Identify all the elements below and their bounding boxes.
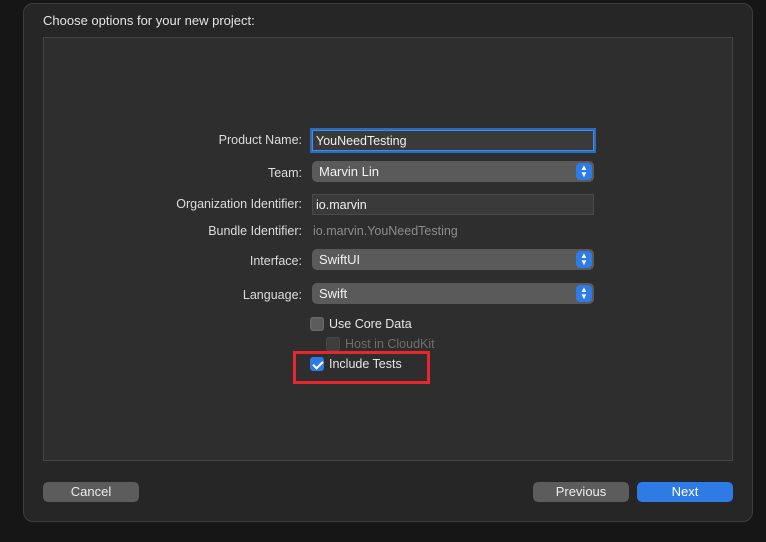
chevron-up-down-icon: ▲ ▼ (576, 251, 592, 268)
host-in-cloudkit-checkbox (326, 337, 340, 351)
use-core-data-option[interactable]: Use Core Data (310, 317, 412, 331)
chevron-up-down-icon: ▲ ▼ (576, 285, 592, 302)
cancel-button[interactable]: Cancel (43, 482, 139, 502)
host-in-cloudkit-option: Host in CloudKit (326, 337, 435, 351)
chevron-up-down-icon: ▲ ▼ (576, 163, 592, 180)
interface-popup-value: SwiftUI (319, 252, 361, 267)
organization-identifier-label: Organization Identifier: (176, 197, 302, 211)
interface-popup[interactable]: SwiftUI ▲ ▼ (312, 249, 594, 270)
team-popup-value: Marvin Lin (319, 164, 379, 179)
bundle-identifier-value: io.marvin.YouNeedTesting (313, 224, 458, 238)
team-popup[interactable]: Marvin Lin ▲ ▼ (312, 161, 594, 182)
product-name-field[interactable]: YouNeedTesting (312, 130, 594, 151)
use-core-data-label: Use Core Data (329, 317, 412, 331)
language-label: Language: (242, 288, 302, 302)
dialog-title: Choose options for your new project: (43, 13, 255, 28)
team-label: Team: (267, 166, 302, 180)
language-popup-value: Swift (319, 286, 348, 301)
product-name-label: Product Name: (218, 133, 302, 147)
previous-button[interactable]: Previous (533, 482, 629, 502)
bundle-identifier-label: Bundle Identifier: (208, 224, 302, 238)
language-popup[interactable]: Swift ▲ ▼ (312, 283, 594, 304)
use-core-data-checkbox[interactable] (310, 317, 324, 331)
host-in-cloudkit-label: Host in CloudKit (345, 337, 435, 351)
organization-identifier-field[interactable]: io.marvin (312, 194, 594, 215)
annotation-highlight-box (293, 351, 430, 384)
next-button[interactable]: Next (637, 482, 733, 502)
interface-label: Interface: (249, 254, 302, 268)
